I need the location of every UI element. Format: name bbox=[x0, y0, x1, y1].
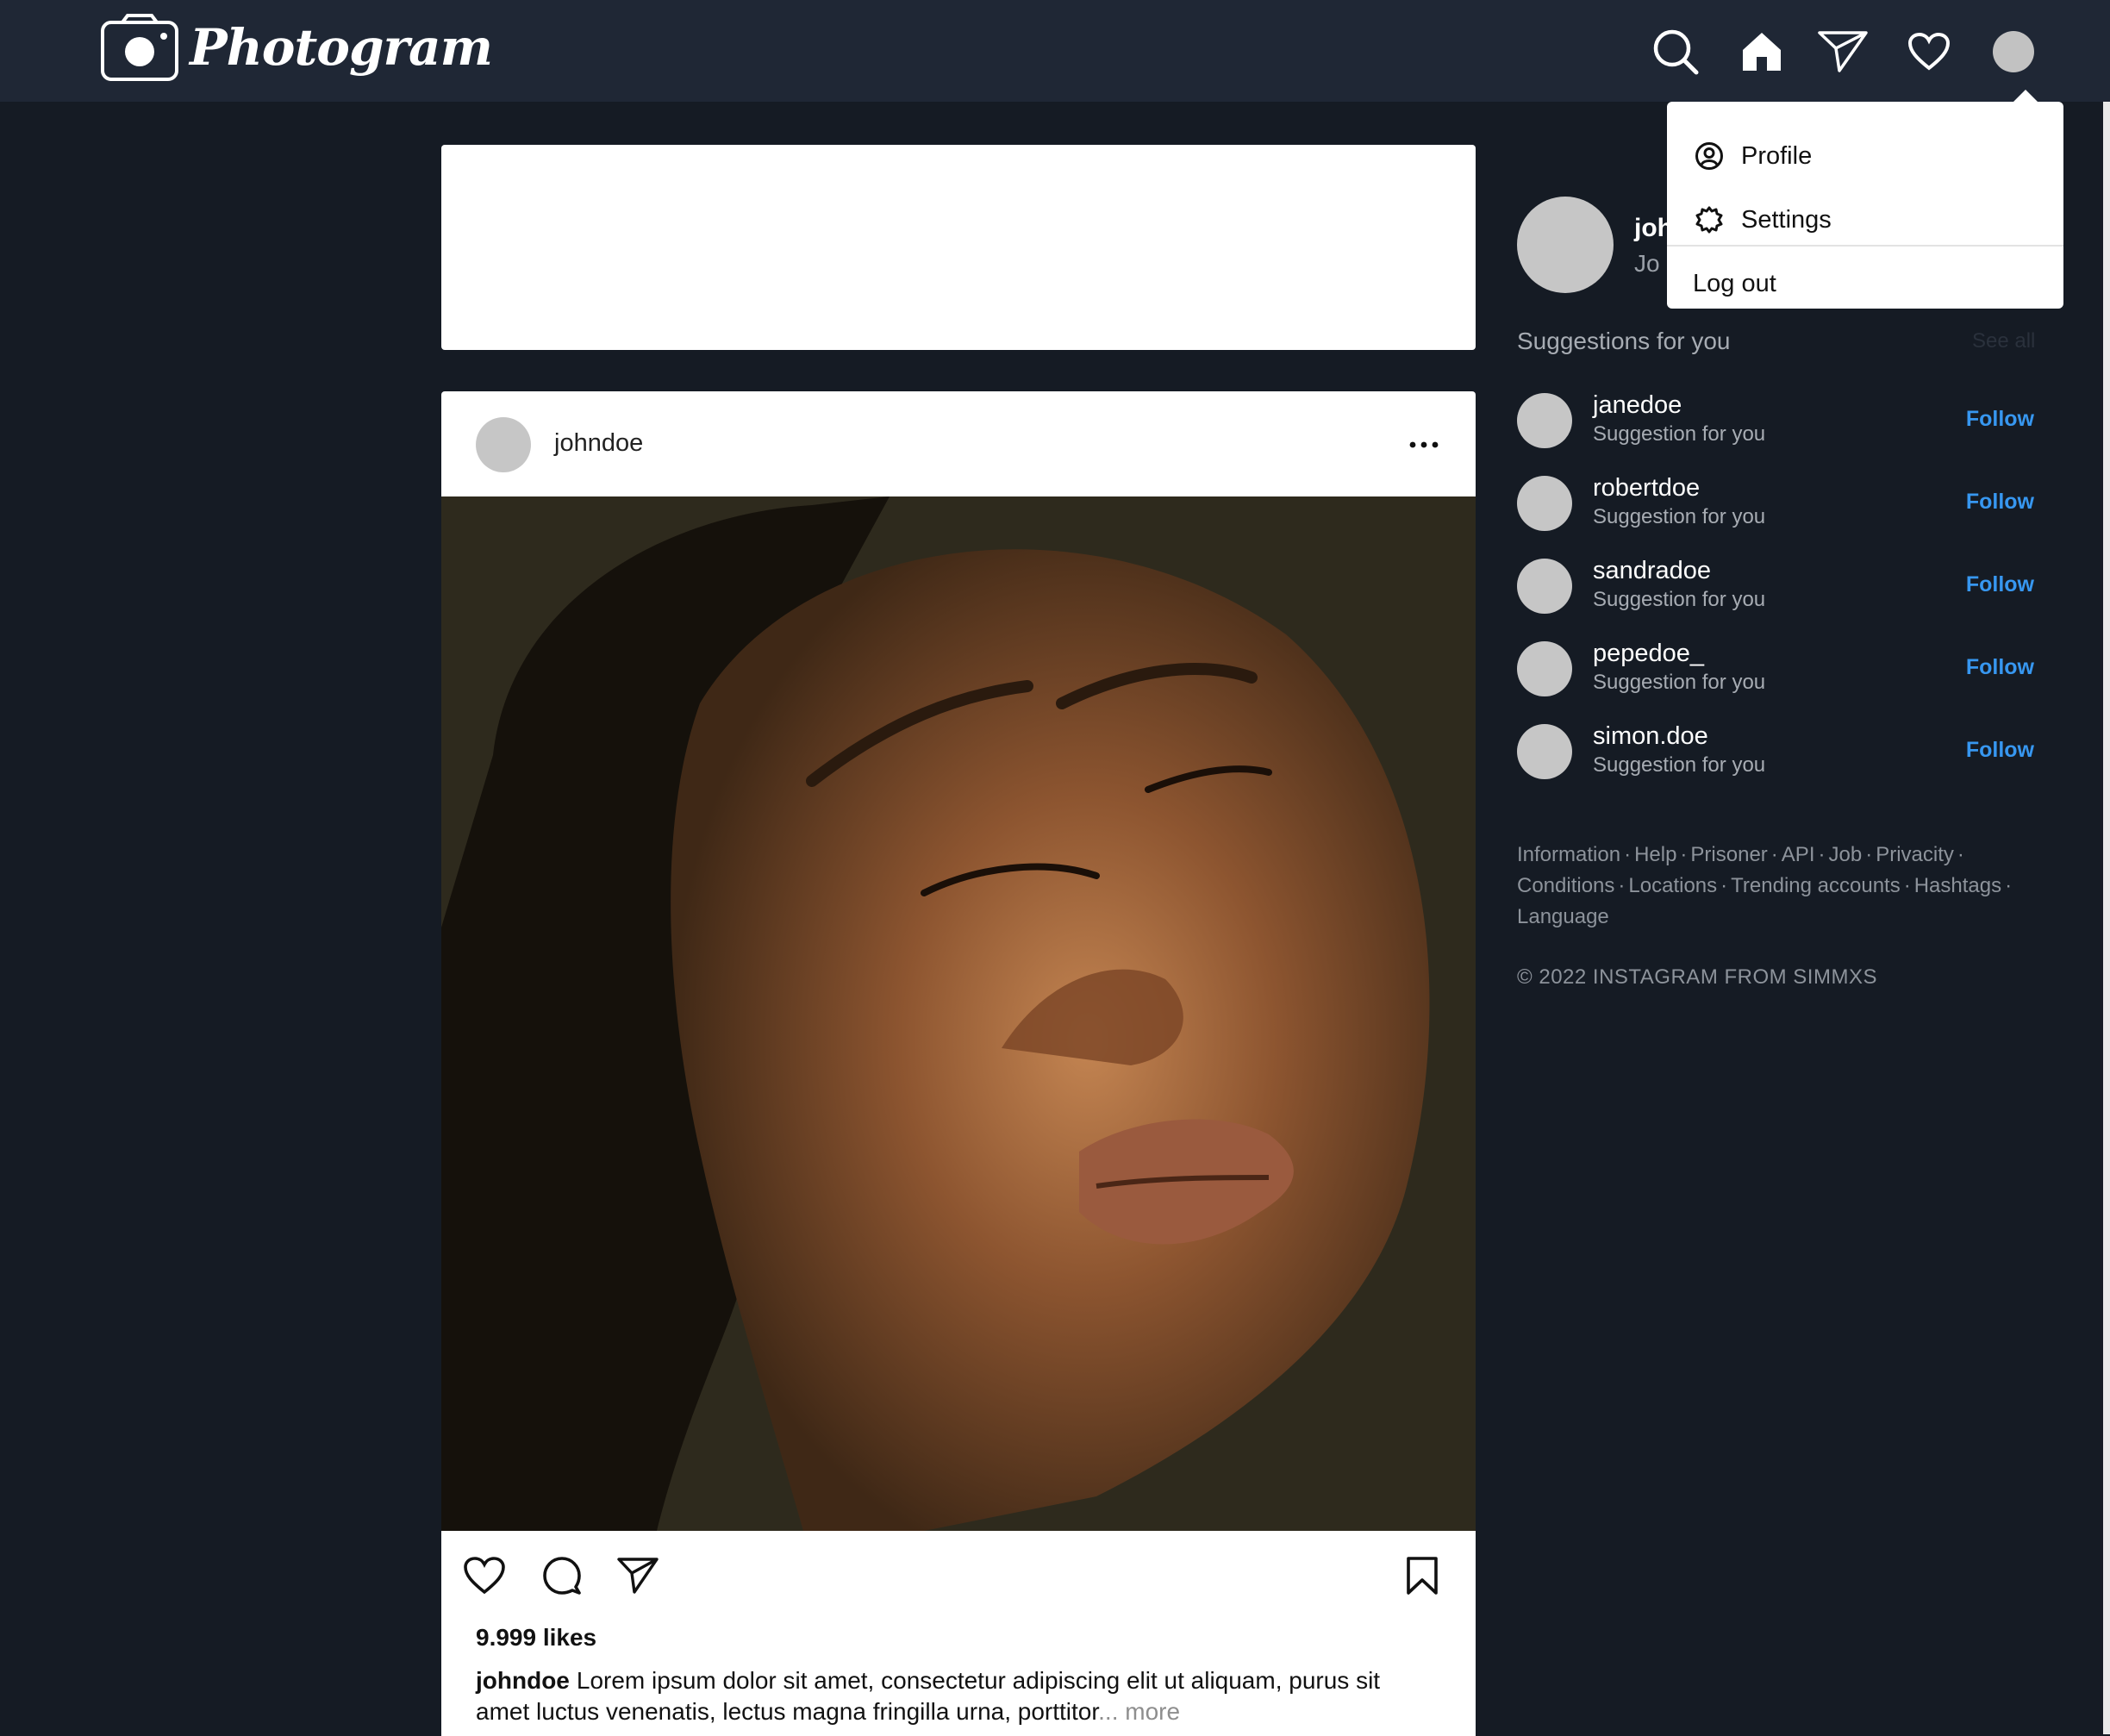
home-icon[interactable] bbox=[1736, 26, 1788, 78]
suggestion-item: simon.doe Suggestion for you Follow bbox=[1517, 722, 2034, 783]
footer-link-help[interactable]: Help bbox=[1634, 843, 1676, 866]
footer-link-locations[interactable]: Locations bbox=[1628, 874, 1717, 897]
suggestion-item: janedoe Suggestion for you Follow bbox=[1517, 391, 2034, 452]
suggestion-username[interactable]: pepedoe_ bbox=[1593, 640, 1704, 668]
menu-item-settings[interactable]: Settings bbox=[1693, 181, 1832, 259]
menu-item-logout-label: Log out bbox=[1693, 269, 1776, 297]
suggestions-title: Suggestions for you bbox=[1517, 328, 1731, 354]
current-user-name: Jo bbox=[1634, 250, 1660, 277]
camera-icon bbox=[101, 14, 178, 81]
post-author-avatar[interactable] bbox=[476, 417, 531, 472]
caption-more-link[interactable]: ... more bbox=[1098, 1698, 1180, 1725]
likes-count: 9.999 likes bbox=[476, 1624, 597, 1651]
footer-link-privacity[interactable]: Privacity bbox=[1876, 843, 1954, 866]
caption-text: Lorem ipsum dolor sit amet, consectetur … bbox=[476, 1667, 1381, 1725]
footer-link-api[interactable]: API bbox=[1782, 843, 1815, 866]
footer-link-language[interactable]: Language bbox=[1517, 905, 1609, 928]
suggestion-avatar[interactable] bbox=[1517, 724, 1572, 779]
share-icon[interactable] bbox=[612, 1550, 664, 1602]
post-caption: johndoe Lorem ipsum dolor sit amet, conse… bbox=[476, 1665, 1424, 1727]
user-dropdown-menu: Profile Settings Log out bbox=[1667, 90, 2063, 309]
settings-icon bbox=[1693, 203, 1726, 236]
comment-icon[interactable] bbox=[536, 1550, 588, 1602]
suggestion-username[interactable]: simon.doe bbox=[1593, 722, 1708, 751]
footer-separator: · bbox=[2005, 874, 2013, 897]
current-user-username[interactable]: joh bbox=[1634, 214, 1673, 243]
follow-button[interactable]: Follow bbox=[1966, 738, 2034, 763]
footer-separator: · bbox=[1818, 843, 1826, 866]
footer-separator: · bbox=[1680, 843, 1688, 866]
like-icon[interactable] bbox=[459, 1550, 510, 1602]
footer-link-trending-accounts[interactable]: Trending accounts bbox=[1731, 874, 1901, 897]
suggestion-subtitle: Suggestion for you bbox=[1593, 588, 1766, 611]
app-logo[interactable]: Photogram bbox=[100, 12, 493, 83]
menu-divider bbox=[1667, 245, 2063, 247]
post-photo[interactable] bbox=[441, 496, 1476, 1531]
follow-button[interactable]: Follow bbox=[1966, 572, 2034, 597]
footer-separator: · bbox=[1957, 843, 1964, 866]
heart-icon[interactable] bbox=[1903, 26, 1955, 78]
menu-item-settings-label: Settings bbox=[1741, 205, 1832, 234]
follow-button[interactable]: Follow bbox=[1966, 490, 2034, 515]
dropdown-caret bbox=[2012, 90, 2039, 103]
more-options-icon[interactable] bbox=[1405, 429, 1443, 460]
post-header: johndoe bbox=[441, 391, 1476, 496]
top-navbar: Photogram bbox=[0, 0, 2110, 102]
footer-separator: · bbox=[1865, 843, 1873, 866]
search-icon[interactable] bbox=[1650, 26, 1701, 78]
suggestion-avatar[interactable] bbox=[1517, 476, 1572, 531]
post-author-username[interactable]: johndoe bbox=[554, 429, 643, 458]
copyright-text: © 2022 INSTAGRAM FROM SIMMXS bbox=[1517, 965, 1877, 989]
stories-bar bbox=[441, 145, 1476, 350]
suggestion-avatar[interactable] bbox=[1517, 641, 1572, 696]
suggestion-username[interactable]: janedoe bbox=[1593, 391, 1682, 420]
portrait-photo-illustration bbox=[441, 496, 1476, 1531]
feed-post: johndoe 9.999 likes johndoe Lorem ipsum … bbox=[441, 391, 1476, 1736]
footer-separator: · bbox=[1720, 874, 1728, 897]
bookmark-icon[interactable] bbox=[1396, 1550, 1448, 1602]
suggestion-username[interactable]: sandradoe bbox=[1593, 557, 1711, 585]
footer-link-prisoner[interactable]: Prisoner bbox=[1690, 843, 1767, 866]
footer-separator: · bbox=[1624, 843, 1632, 866]
menu-item-logout[interactable]: Log out bbox=[1693, 260, 1776, 307]
footer-separator: · bbox=[1903, 874, 1911, 897]
suggestion-item: sandradoe Suggestion for you Follow bbox=[1517, 557, 2034, 617]
footer-link-job[interactable]: Job bbox=[1828, 843, 1862, 866]
page-scrollbar-track[interactable] bbox=[2103, 102, 2110, 1734]
suggestion-avatar[interactable] bbox=[1517, 393, 1572, 448]
menu-item-profile-label: Profile bbox=[1741, 141, 1813, 170]
suggestion-item: robertdoe Suggestion for you Follow bbox=[1517, 474, 2034, 534]
user-avatar-button[interactable] bbox=[1993, 31, 2034, 72]
suggestion-avatar[interactable] bbox=[1517, 559, 1572, 614]
follow-button[interactable]: Follow bbox=[1966, 655, 2034, 680]
suggestion-item: pepedoe_ Suggestion for you Follow bbox=[1517, 640, 2034, 700]
footer-link-conditions[interactable]: Conditions bbox=[1517, 874, 1614, 897]
suggestion-subtitle: Suggestion for you bbox=[1593, 753, 1766, 777]
caption-username[interactable]: johndoe bbox=[476, 1667, 570, 1694]
suggestion-username[interactable]: robertdoe bbox=[1593, 474, 1700, 503]
footer-links: Information · Help · Prisoner · API · Job · Privac… bbox=[1517, 840, 2069, 933]
follow-button[interactable]: Follow bbox=[1966, 407, 2034, 432]
profile-icon bbox=[1693, 140, 1726, 172]
current-user-avatar[interactable] bbox=[1517, 197, 1614, 293]
suggestion-subtitle: Suggestion for you bbox=[1593, 671, 1766, 694]
see-all-link[interactable]: See all bbox=[1972, 329, 2035, 353]
suggestion-subtitle: Suggestion for you bbox=[1593, 422, 1766, 446]
suggestion-subtitle: Suggestion for you bbox=[1593, 505, 1766, 528]
footer-separator: · bbox=[1770, 843, 1778, 866]
footer-link-hashtags[interactable]: Hashtags bbox=[1914, 874, 2001, 897]
app-name: Photogram bbox=[190, 18, 493, 77]
footer-separator: · bbox=[1618, 874, 1626, 897]
footer-link-information[interactable]: Information bbox=[1517, 843, 1620, 866]
send-icon[interactable] bbox=[1817, 26, 1869, 78]
